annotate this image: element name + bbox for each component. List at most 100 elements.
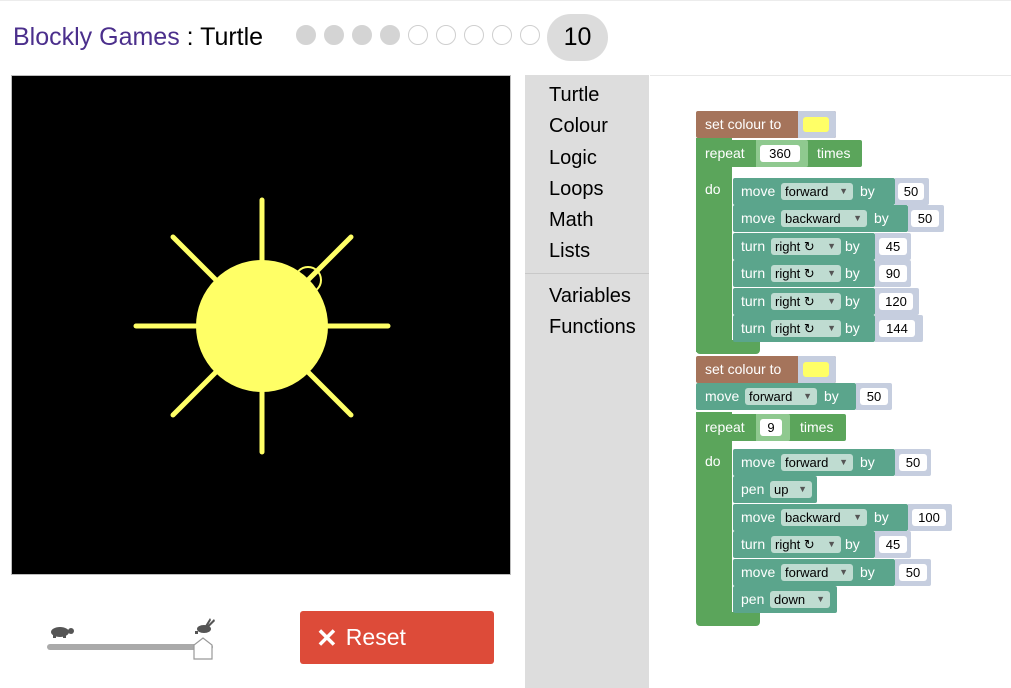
level-dot-8[interactable]	[492, 25, 512, 45]
value-field[interactable]: 50	[860, 388, 888, 405]
block-label: set colour to	[705, 116, 782, 132]
page-title: Blockly Games : Turtle	[13, 22, 263, 52]
value-field[interactable]: 50	[899, 454, 927, 471]
value-socket: 100	[908, 504, 952, 531]
turn-block[interactable]: turn right ↻ ▼ by	[733, 233, 875, 260]
toolbox-category-math[interactable]: Math	[549, 208, 593, 232]
value-socket: 50	[856, 383, 892, 410]
top-border	[0, 0, 1011, 1]
pen-block[interactable]: pen up ▼	[733, 476, 817, 503]
game-name: Turtle	[200, 23, 264, 51]
level-dot-7[interactable]	[464, 25, 484, 45]
chevron-down-icon: ▼	[827, 241, 836, 251]
block-label: pen	[741, 481, 765, 497]
set-colour-block[interactable]: set colour to	[696, 356, 836, 383]
toolbox-category-lists[interactable]: Lists	[549, 239, 590, 263]
colour-swatch[interactable]	[803, 117, 829, 132]
move-block[interactable]: move forward ▼ by	[696, 383, 856, 410]
pen-dropdown[interactable]: up ▼	[770, 481, 812, 498]
repeat-count[interactable]: 9	[760, 419, 782, 436]
colour-swatch[interactable]	[803, 362, 829, 377]
block-label: turn	[741, 265, 766, 281]
close-icon: ✕	[316, 622, 338, 653]
value-field[interactable]: 90	[879, 265, 907, 282]
colour-socket	[798, 356, 836, 383]
value-field[interactable]: 45	[879, 536, 907, 553]
turn-block[interactable]: turn right ↻ ▼ by	[733, 531, 875, 558]
block-label: repeat	[705, 145, 745, 161]
toolbox-category-functions[interactable]: Functions	[549, 315, 636, 339]
block-label: move	[705, 388, 740, 404]
move-block[interactable]: move forward ▼ by	[733, 178, 895, 205]
chevron-down-icon: ▼	[827, 539, 836, 549]
value-field[interactable]: 50	[911, 210, 939, 227]
move-block[interactable]: move backward ▼ by	[733, 504, 908, 531]
reset-button[interactable]: ✕ Reset	[300, 611, 494, 664]
rabbit-icon	[195, 618, 215, 634]
chevron-down-icon: ▼	[853, 213, 862, 223]
toolbox-separator	[525, 273, 649, 274]
level-dot-2[interactable]	[324, 25, 344, 45]
level-dot-5[interactable]	[408, 25, 428, 45]
block-label: move	[741, 509, 776, 525]
value-field[interactable]: 120	[879, 293, 913, 310]
pen-block[interactable]: pen down ▼	[733, 586, 837, 613]
toolbox-category-turtle[interactable]: Turtle	[549, 83, 599, 107]
value-field[interactable]: 50	[899, 564, 927, 581]
toolbox-category-loops[interactable]: Loops	[549, 177, 604, 201]
toolbox-category-variables[interactable]: Variables	[549, 284, 631, 308]
level-dot-4[interactable]	[380, 25, 400, 45]
block-label: by	[824, 388, 839, 404]
chevron-down-icon: ▼	[816, 594, 825, 604]
repeat-count[interactable]: 360	[760, 145, 800, 162]
speed-slider[interactable]	[44, 617, 224, 662]
direction-dropdown[interactable]: right ↻ ▼	[771, 536, 841, 553]
turn-block[interactable]: turn right ↻ ▼ by	[733, 288, 875, 315]
slider-handle[interactable]	[193, 637, 213, 660]
direction-dropdown[interactable]: backward ▼	[781, 509, 867, 526]
turn-block[interactable]: turn right ↻ ▼ by	[733, 260, 875, 287]
move-block[interactable]: move backward ▼ by	[733, 205, 908, 232]
direction-dropdown[interactable]: forward ▼	[745, 388, 817, 405]
move-block[interactable]: move forward ▼ by	[733, 559, 895, 586]
pen-dropdown[interactable]: down ▼	[770, 591, 830, 608]
direction-dropdown[interactable]: right ↻ ▼	[771, 293, 841, 310]
direction-dropdown[interactable]: forward ▼	[781, 183, 853, 200]
dropdown-value: down	[774, 592, 806, 607]
direction-dropdown[interactable]: right ↻ ▼	[771, 320, 841, 337]
level-dot-9[interactable]	[520, 25, 540, 45]
ray-nw	[170, 234, 219, 283]
turtle-canvas	[11, 75, 511, 575]
direction-dropdown[interactable]: right ↻ ▼	[771, 265, 841, 282]
level-dot-6[interactable]	[436, 25, 456, 45]
block-label: times	[817, 145, 851, 161]
value-field[interactable]: 100	[912, 509, 946, 526]
block-label: by	[845, 320, 860, 336]
block-label: by	[845, 293, 860, 309]
direction-dropdown[interactable]: forward ▼	[781, 564, 853, 581]
toolbox-category-logic[interactable]: Logic	[549, 146, 597, 170]
turn-block[interactable]: turn right ↻ ▼ by	[733, 315, 875, 342]
toolbox-category-colour[interactable]: Colour	[549, 114, 608, 138]
value-field[interactable]: 50	[898, 183, 924, 200]
move-block[interactable]: move forward ▼ by	[733, 449, 895, 476]
app-home-link[interactable]: Blockly Games	[13, 23, 180, 51]
repeat-block[interactable]: repeat 9 times	[696, 414, 846, 441]
level-dot-3[interactable]	[352, 25, 372, 45]
drawing	[133, 197, 391, 455]
direction-dropdown[interactable]: right ↻ ▼	[771, 238, 841, 255]
value-field[interactable]: 144	[879, 320, 915, 337]
repeat-block[interactable]: repeat 360 times	[696, 140, 862, 167]
current-level-badge[interactable]: 10	[547, 14, 608, 61]
block-label: by	[845, 238, 860, 254]
value-socket: 50	[908, 205, 944, 232]
set-colour-block[interactable]: set colour to	[696, 111, 836, 138]
slider-track[interactable]	[47, 644, 213, 650]
block-label: by	[845, 536, 860, 552]
direction-dropdown[interactable]: backward ▼	[781, 210, 867, 227]
dropdown-value: backward	[785, 510, 841, 525]
direction-dropdown[interactable]: forward ▼	[781, 454, 853, 471]
value-field[interactable]: 45	[879, 238, 907, 255]
repeat-count-socket: 360	[756, 140, 808, 167]
level-dot-1[interactable]	[296, 25, 316, 45]
